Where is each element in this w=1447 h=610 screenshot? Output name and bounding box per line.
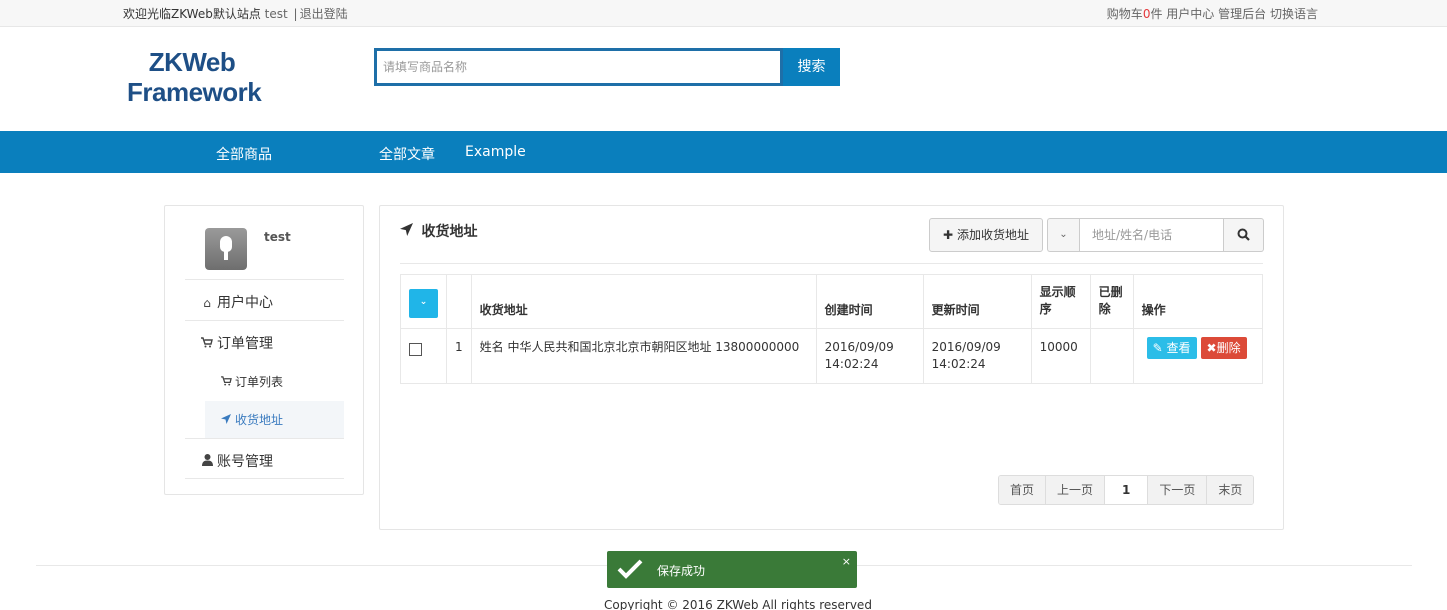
search-button[interactable]: 搜索: [783, 48, 840, 86]
address-filter-input[interactable]: 地址/姓名/电话: [1079, 218, 1224, 252]
copyright: Copyright © 2016 ZKWeb All rights reserv…: [604, 598, 872, 610]
index-header: [446, 274, 472, 329]
delete-label: 删除: [1216, 341, 1241, 355]
table-row: 1 姓名 中华人民共和国北京北京市朝阳区地址 13800000000 2016/…: [400, 328, 1264, 384]
logo-line-1: ZKWeb: [148, 47, 236, 77]
sidebar-item-label: 用户中心: [217, 295, 273, 311]
cart-suffix: 件: [1150, 7, 1163, 21]
nav-all-articles[interactable]: 全部文章: [379, 144, 435, 164]
page-title-text: 收货地址: [421, 224, 478, 240]
filter-search-button[interactable]: [1224, 218, 1264, 252]
created-date: 2016/09/09: [824, 340, 894, 354]
user-center-link[interactable]: 用户中心: [1166, 7, 1214, 21]
row-display-order: 10000: [1030, 328, 1091, 384]
updated-time: 14:02:24: [931, 357, 986, 371]
page-last[interactable]: 末页: [1207, 476, 1254, 504]
username-link[interactable]: test: [265, 7, 288, 21]
logout-link[interactable]: 退出登陆: [300, 7, 348, 21]
sidebar-item-account-management[interactable]: 账号管理: [185, 438, 344, 479]
pagination: 首页 上一页 1 下一页 末页: [998, 475, 1255, 505]
sidebar-item-user-center[interactable]: ⌂ 用户中心: [185, 279, 344, 320]
display-order-header: 显示顺序: [1030, 274, 1091, 329]
toast-close-button[interactable]: ×: [842, 555, 851, 568]
row-index: 1: [446, 328, 472, 384]
success-toast: 保存成功 ×: [607, 551, 857, 588]
select-all-header: ⌄: [400, 274, 447, 329]
top-links: 购物车0件 用户中心 管理后台 切换语言: [1107, 5, 1318, 22]
deleted-header: 已删除: [1089, 274, 1134, 329]
cart-label: 购物车: [1106, 7, 1143, 21]
row-actions: ✎ 查看 ✖删除: [1132, 328, 1264, 384]
address-header: 收货地址: [470, 274, 817, 329]
actions-header: 操作: [1132, 274, 1264, 329]
created-time: 14:02:24: [824, 357, 879, 371]
location-arrow-icon: [220, 414, 232, 427]
home-icon: ⌂: [203, 296, 211, 310]
page-next[interactable]: 下一页: [1148, 476, 1208, 504]
row-select-cell: [400, 328, 447, 384]
edit-icon: ✎: [1152, 341, 1163, 355]
row-address: 姓名 中华人民共和国北京北京市朝阳区地址 13800000000: [470, 328, 817, 384]
site-logo[interactable]: ZKWeb Framework: [127, 47, 262, 107]
select-all-button[interactable]: ⌄: [409, 289, 438, 318]
nav-all-products[interactable]: 全部商品: [216, 144, 272, 164]
switch-language-link[interactable]: 切换语言: [1270, 7, 1318, 21]
sidebar-item-shipping-address[interactable]: 收货地址: [205, 401, 344, 438]
product-search-input[interactable]: 请填写商品名称: [374, 48, 783, 86]
page-current[interactable]: 1: [1105, 476, 1149, 504]
welcome-text: 欢迎光临ZKWeb默认站点: [123, 7, 261, 21]
created-time-header: 创建时间: [815, 274, 924, 329]
toast-message: 保存成功: [657, 564, 706, 578]
chevron-down-icon: ⌄: [419, 297, 428, 307]
logo-line-2: Framework: [127, 77, 262, 107]
cart-icon: [200, 337, 214, 351]
add-address-button[interactable]: ✚ 添加收货地址: [929, 218, 1043, 252]
sidebar-item-label: 收货地址: [235, 413, 284, 427]
view-button[interactable]: ✎ 查看: [1146, 337, 1197, 359]
page-first[interactable]: 首页: [999, 476, 1047, 504]
sidebar-item-label: 订单管理: [217, 336, 273, 352]
row-checkbox[interactable]: [409, 343, 422, 356]
cart-icon: [220, 376, 232, 389]
separator: |: [293, 7, 298, 21]
title-divider: [400, 263, 1263, 264]
filter-dropdown-button[interactable]: ⌄: [1047, 218, 1079, 252]
row-created-time: 2016/09/09 14:02:24: [815, 328, 924, 384]
admin-link[interactable]: 管理后台: [1218, 7, 1266, 21]
sidebar-item-order-management[interactable]: 订单管理: [185, 320, 344, 361]
address-panel: 收货地址 ✚ 添加收货地址 ⌄ 地址/姓名/电话 ⌄ 收货地址 创建时间 更新时…: [379, 205, 1284, 530]
row-updated-time: 2016/09/09 14:02:24: [922, 328, 1032, 384]
avatar: [205, 228, 247, 270]
view-label: 查看: [1166, 341, 1191, 355]
user-sidebar: test ⌂ 用户中心 订单管理 订单列表 收货地址 账号管理: [164, 205, 364, 495]
main-nav: 全部商品 全部文章 Example: [0, 131, 1447, 173]
sidebar-item-label: 账号管理: [217, 454, 273, 470]
user-icon: [200, 454, 214, 469]
address-table: ⌄ 收货地址 创建时间 更新时间 显示顺序 已删除 操作 1 姓名 中华人民共和…: [400, 274, 1264, 384]
row-deleted: [1089, 328, 1134, 384]
add-address-label: 添加收货地址: [956, 228, 1029, 242]
page-title: 收货地址: [400, 221, 478, 241]
plus-icon: ✚: [943, 228, 954, 242]
updated-time-header: 更新时间: [922, 274, 1032, 329]
welcome-area: 欢迎光临ZKWeb默认站点 test | 退出登陆: [123, 5, 348, 22]
updated-date: 2016/09/09: [931, 340, 1001, 354]
location-arrow-icon: [400, 223, 418, 240]
nav-example[interactable]: Example: [465, 144, 526, 160]
chevron-down-icon: ⌄: [1059, 229, 1068, 240]
checkmark-icon: [617, 556, 643, 582]
cart-link[interactable]: 购物车0件: [1107, 7, 1163, 21]
delete-button[interactable]: ✖删除: [1200, 337, 1247, 359]
table-header-row: ⌄ 收货地址 创建时间 更新时间 显示顺序 已删除 操作: [400, 274, 1264, 329]
page-prev[interactable]: 上一页: [1046, 476, 1106, 504]
sidebar-username: test: [264, 230, 291, 244]
close-icon: ✖: [1206, 341, 1217, 355]
top-bar: 欢迎光临ZKWeb默认站点 test | 退出登陆 购物车0件 用户中心 管理后台…: [0, 0, 1447, 27]
sidebar-item-label: 订单列表: [235, 375, 284, 389]
avatar-neck: [224, 250, 228, 260]
sidebar-item-order-list[interactable]: 订单列表: [205, 363, 344, 399]
search-icon: [1237, 227, 1250, 242]
